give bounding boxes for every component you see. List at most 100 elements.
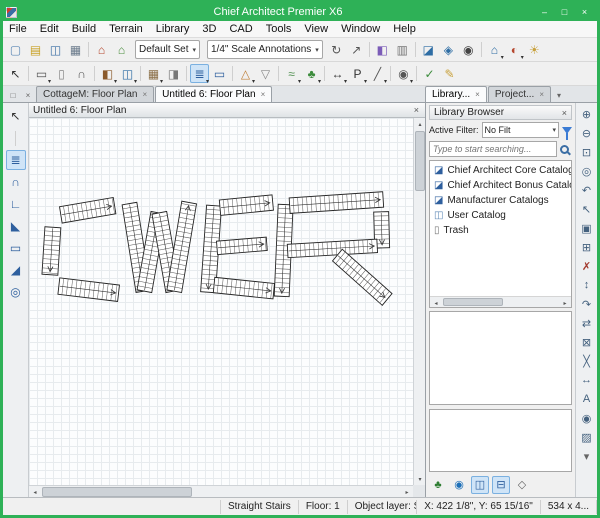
roof-icon[interactable]: △ ▾ [236, 64, 255, 83]
tree-item-user-catalog[interactable]: ◫ User Catalog [434, 208, 571, 223]
house-wizard-icon[interactable]: ⌂ ▾ [112, 40, 131, 59]
door-icon[interactable]: ◧ ▾ [98, 64, 117, 83]
select-arrow-icon[interactable]: ↖ [6, 106, 26, 126]
curved-wall-icon[interactable]: ∩ ▾ [72, 64, 91, 83]
filter-funnel-icon[interactable] [562, 127, 572, 134]
spiral-stairs-icon[interactable]: ◎ [6, 282, 26, 302]
dock-toggle-icon[interactable]: □ [6, 88, 20, 102]
maximize-button[interactable]: □ [555, 6, 574, 19]
library-search-input[interactable] [429, 141, 557, 157]
dimension-icon[interactable]: ↔ ▾ [328, 64, 347, 83]
panel-tab[interactable]: Project... × [488, 86, 551, 102]
text-tool-icon[interactable]: P ▾ [348, 64, 367, 83]
text-style-icon[interactable]: A [578, 390, 596, 408]
menu-item[interactable]: Build [72, 23, 96, 35]
tree-scroll-thumb[interactable] [443, 298, 503, 306]
cad-line-icon[interactable]: ╱ ▾ [368, 64, 387, 83]
canvas-horizontal-scrollbar[interactable]: ◂ ▸ [29, 485, 413, 497]
reflect-icon[interactable]: ⇄ [578, 314, 596, 332]
cabinet-icon[interactable]: ▦ ▾ [144, 64, 163, 83]
scroll-down-icon[interactable]: ▾ [578, 447, 596, 465]
document-tab[interactable]: Untitled 6: Floor Plan × [155, 86, 272, 102]
horizontal-scroll-thumb[interactable] [42, 487, 192, 497]
menu-item[interactable]: Terrain [109, 23, 143, 35]
select-objects-icon[interactable]: ↖ ▾ [6, 64, 25, 83]
menu-item[interactable]: 3D [202, 23, 216, 35]
panel-tab[interactable]: Library... × [425, 86, 487, 102]
layout-icon[interactable]: ⌂ ▾ [92, 40, 111, 59]
floor-plan-drawing[interactable] [29, 118, 413, 485]
landing-tool-icon[interactable]: ▭ [6, 238, 26, 258]
zoom-out-icon[interactable]: ⊖ [578, 124, 596, 142]
straight-stairs-icon[interactable]: ≣ [6, 150, 26, 170]
curved-stairs-icon[interactable]: ∩ [6, 172, 26, 192]
tab-close-icon[interactable]: × [539, 90, 544, 99]
titlebar[interactable]: Chief Architect Premier X6 – □ × [3, 3, 597, 21]
menu-item[interactable]: Library [156, 23, 190, 35]
tree-item-trash[interactable]: ▯ Trash [434, 223, 571, 238]
library-plant-icon[interactable]: ♣ [429, 476, 447, 494]
zoom-extents-icon[interactable]: ⊡ [578, 143, 596, 161]
save-plan-icon[interactable]: ◫ ▾ [46, 40, 65, 59]
default-set-dropdown[interactable]: Default Set ▾ [135, 40, 200, 59]
document-tab[interactable]: CottageM: Floor Plan × [36, 86, 154, 102]
edit-pencil-icon[interactable]: ✎ ▾ [440, 64, 459, 83]
floor-plan-canvas[interactable]: ▴ ▾ ◂ ▸ [29, 118, 425, 497]
window-icon[interactable]: ◫ ▾ [118, 64, 137, 83]
delete-icon[interactable]: ✗ [578, 257, 596, 275]
ceiling-plane-icon[interactable]: ▽ ▾ [256, 64, 275, 83]
zoom-in-icon[interactable]: ⊕ [578, 105, 596, 123]
print-icon[interactable]: ▦ ▾ [66, 40, 85, 59]
panes-vertical-icon[interactable]: ◫ [471, 476, 489, 494]
color-toggle-icon[interactable]: ◧ ▾ [373, 40, 392, 59]
approve-icon[interactable]: ✓ ▾ [420, 64, 439, 83]
select-similar-icon[interactable]: ↖ [578, 200, 596, 218]
move-icon[interactable]: ↕ [578, 276, 596, 294]
ramp-icon[interactable]: ◢ [6, 260, 26, 280]
tree-item-bonus-catalogs[interactable]: ◪ Chief Architect Bonus Catalogs [434, 178, 571, 193]
refresh-display-icon[interactable]: ↻ ▾ [327, 40, 346, 59]
camera-tool-icon[interactable]: ◉ [578, 409, 596, 427]
plan-close-icon[interactable]: × [412, 105, 421, 115]
scale-annotations-dropdown[interactable]: 1/4" Scale Annotations ▾ [207, 40, 323, 59]
interior-wall-icon[interactable]: ▯ ▾ [52, 64, 71, 83]
panel-menu-icon[interactable]: ▾ [552, 88, 566, 102]
fixture-icon[interactable]: ◨ ▾ [164, 64, 183, 83]
minimize-button[interactable]: – [535, 6, 554, 19]
vertical-scroll-thumb[interactable] [415, 131, 425, 191]
search-icon[interactable] [560, 145, 569, 154]
tabs-close-icon[interactable]: × [21, 88, 35, 102]
menu-item[interactable]: CAD [229, 23, 252, 35]
winder-stairs-icon[interactable]: ◣ [6, 216, 26, 236]
library-browser-header[interactable]: Library Browser × [429, 105, 572, 120]
canvas-vertical-scrollbar[interactable]: ▴ ▾ [413, 118, 425, 485]
rotate-icon[interactable]: ↷ [578, 295, 596, 313]
close-button[interactable]: × [575, 6, 594, 19]
scroll-right-icon[interactable]: ▸ [401, 486, 413, 497]
open-object-icon[interactable]: ▣ [578, 219, 596, 237]
multiple-copy-icon[interactable]: ⊠ [578, 333, 596, 351]
scroll-left-icon[interactable]: ◂ [29, 486, 41, 497]
full-camera-icon[interactable]: ◉ ▾ [459, 40, 478, 59]
elevation-view-icon[interactable]: ◪ ▾ [419, 40, 438, 59]
menu-item[interactable]: View [304, 23, 328, 35]
new-plan-icon[interactable]: ▢ ▾ [6, 40, 25, 59]
adjust-lights-icon[interactable]: ☀ ▾ [525, 40, 544, 59]
stairs-icon[interactable]: ≣ ▾ [190, 64, 209, 83]
menu-item[interactable]: Help [393, 23, 416, 35]
preview-3d-icon[interactable]: ◇ [513, 476, 531, 494]
l-shaped-stairs-icon[interactable]: ∟ [6, 194, 26, 214]
menu-item[interactable]: Edit [40, 23, 59, 35]
library-globe-icon[interactable]: ◉ [450, 476, 468, 494]
panes-horizontal-icon[interactable]: ⊟ [492, 476, 510, 494]
scroll-up-icon[interactable]: ▴ [414, 118, 425, 130]
panel-close-icon[interactable]: × [562, 108, 567, 118]
menu-item[interactable]: Window [341, 23, 380, 35]
tree-horizontal-scrollbar[interactable]: ◂ ▸ [430, 296, 571, 307]
break-line-icon[interactable]: ╳ [578, 352, 596, 370]
materials-tool-icon[interactable]: ▨ [578, 428, 596, 446]
scroll-right-icon[interactable]: ▸ [559, 297, 571, 308]
menu-item[interactable]: File [9, 23, 27, 35]
scroll-left-icon[interactable]: ◂ [430, 297, 442, 308]
reference-display-icon[interactable]: ▥ ▾ [393, 40, 412, 59]
